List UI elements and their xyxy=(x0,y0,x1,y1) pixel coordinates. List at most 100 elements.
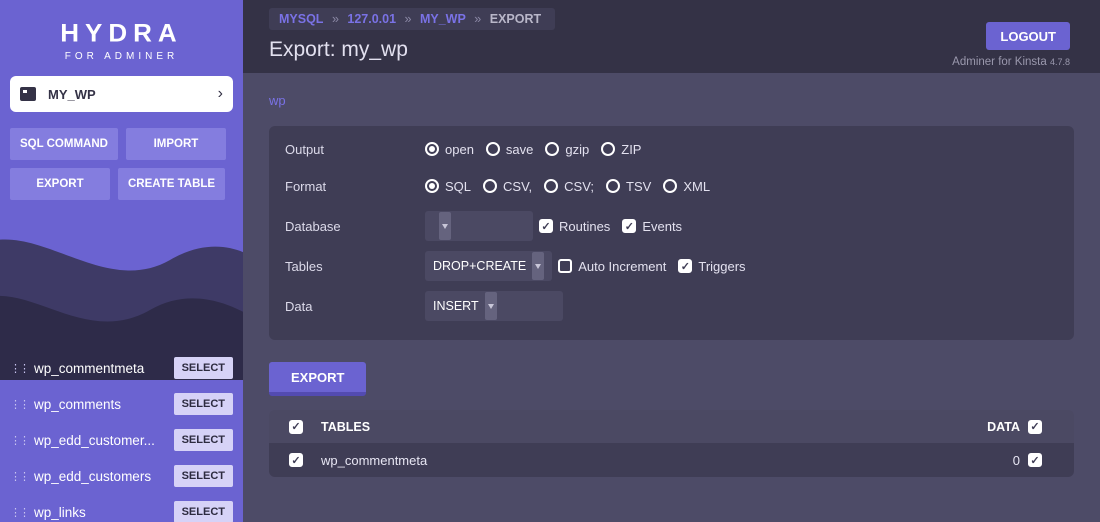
drag-handle-icon: ⋮⋮ xyxy=(10,398,28,411)
radio-format-csv2[interactable]: CSV; xyxy=(544,179,594,194)
topbar: MYSQL » 127.0.01 » MY_WP » EXPORT Export… xyxy=(243,0,1100,73)
radio-format-csv1[interactable]: CSV, xyxy=(483,179,532,194)
radio-label: XML xyxy=(683,179,710,194)
check-routines[interactable]: Routines xyxy=(539,219,610,234)
create-table-button[interactable]: CREATE TABLE xyxy=(118,168,225,200)
sidebar: HYDRA FOR ADMINER MY_WP › SQL COMMAND IM… xyxy=(0,0,243,522)
check-all-data[interactable] xyxy=(1028,420,1048,434)
select-button[interactable]: SELECT xyxy=(174,465,233,487)
radio-output-open[interactable]: open xyxy=(425,142,474,157)
adminer-credit: Adminer for Kinsta 4.7.8 xyxy=(952,56,1070,68)
drag-handle-icon: ⋮⋮ xyxy=(10,470,28,483)
check-events[interactable]: Events xyxy=(622,219,682,234)
brand-logo: HYDRA FOR ADMINER xyxy=(0,0,243,64)
db-selector[interactable]: MY_WP › xyxy=(10,76,233,112)
database-icon xyxy=(20,87,36,101)
db-selector-label: MY_WP xyxy=(48,87,96,102)
check-label: Events xyxy=(642,219,682,234)
radio-icon xyxy=(601,142,615,156)
adminer-version: 4.7.8 xyxy=(1050,57,1070,67)
brand-main: HYDRA xyxy=(0,19,243,48)
grid-head-data: DATA xyxy=(987,420,1020,434)
sql-command-button[interactable]: SQL COMMAND xyxy=(10,128,118,160)
radio-label: ZIP xyxy=(621,142,641,157)
export-button[interactable]: EXPORT xyxy=(10,168,110,200)
label-data: Data xyxy=(285,299,425,314)
data-select[interactable]: INSERT xyxy=(425,291,563,321)
radio-icon xyxy=(425,179,439,193)
output-options: open save gzip ZIP xyxy=(425,142,647,157)
sidebar-table-item[interactable]: ⋮⋮ wp_commentmeta SELECT xyxy=(0,350,243,386)
breadcrumb: MYSQL » 127.0.01 » MY_WP » EXPORT xyxy=(269,8,555,30)
tables-options: DROP+CREATE Auto Increment Triggers xyxy=(425,251,752,281)
radio-icon xyxy=(483,179,497,193)
select-button[interactable]: SELECT xyxy=(174,357,233,379)
breadcrumb-engine[interactable]: MYSQL xyxy=(279,12,323,26)
sidebar-table-item[interactable]: ⋮⋮ wp_edd_customer... SELECT xyxy=(0,422,243,458)
label-format: Format xyxy=(285,179,425,194)
radio-icon xyxy=(425,142,439,156)
drag-handle-icon: ⋮⋮ xyxy=(10,434,28,447)
main: MYSQL » 127.0.01 » MY_WP » EXPORT Export… xyxy=(243,0,1100,522)
breadcrumb-current: EXPORT xyxy=(490,12,541,26)
logout-button[interactable]: LOGOUT xyxy=(986,22,1070,50)
sidebar-table-item[interactable]: ⋮⋮ wp_edd_customers SELECT xyxy=(0,458,243,494)
check-row-data[interactable] xyxy=(1028,453,1048,467)
sidebar-table-item[interactable]: ⋮⋮ wp_comments SELECT xyxy=(0,386,243,422)
select-button[interactable]: SELECT xyxy=(174,393,233,415)
grid-row-data: 0 xyxy=(1013,453,1020,468)
drag-handle-icon: ⋮⋮ xyxy=(10,362,28,375)
breadcrumb-host[interactable]: 127.0.01 xyxy=(347,12,396,26)
table-name: wp_comments xyxy=(34,397,174,412)
radio-icon xyxy=(663,179,677,193)
tables-grid: TABLES DATA wp_commentmeta 0 xyxy=(269,410,1074,477)
wp-link[interactable]: wp xyxy=(269,93,286,108)
radio-format-sql[interactable]: SQL xyxy=(425,179,471,194)
radio-format-tsv[interactable]: TSV xyxy=(606,179,651,194)
radio-label: CSV; xyxy=(564,179,594,194)
check-label: Triggers xyxy=(698,259,745,274)
row-database: Database Routines Events xyxy=(269,206,1074,246)
radio-icon xyxy=(545,142,559,156)
checkbox-icon xyxy=(1028,420,1042,434)
checkbox-icon xyxy=(1028,453,1042,467)
row-output: Output open save gzip ZIP xyxy=(269,126,1074,166)
label-tables: Tables xyxy=(285,259,425,274)
sidebar-actions: SQL COMMAND IMPORT EXPORT CREATE TABLE xyxy=(0,112,243,200)
radio-label: TSV xyxy=(626,179,651,194)
radio-output-gzip[interactable]: gzip xyxy=(545,142,589,157)
checkbox-icon xyxy=(622,219,636,233)
radio-format-xml[interactable]: XML xyxy=(663,179,710,194)
import-button[interactable]: IMPORT xyxy=(126,128,226,160)
label-output: Output xyxy=(285,142,425,157)
select-button[interactable]: SELECT xyxy=(174,501,233,522)
radio-label: save xyxy=(506,142,533,157)
check-triggers[interactable]: Triggers xyxy=(678,259,745,274)
dropdown-icon xyxy=(532,252,544,280)
grid-row-name: wp_commentmeta xyxy=(321,453,427,468)
dropdown-icon xyxy=(439,212,451,240)
adminer-credit-text: Adminer for Kinsta xyxy=(952,56,1050,68)
row-data: Data INSERT xyxy=(269,286,1074,326)
table-name: wp_edd_customers xyxy=(34,469,174,484)
select-value: INSERT xyxy=(433,299,479,313)
content: wp Output open save gzip ZIP Format xyxy=(243,73,1100,522)
breadcrumb-sep: » xyxy=(405,12,412,26)
export-submit-button[interactable]: EXPORT xyxy=(269,362,366,396)
table-name: wp_edd_customer... xyxy=(34,433,174,448)
row-tables: Tables DROP+CREATE Auto Increment Trigge… xyxy=(269,246,1074,286)
breadcrumb-db[interactable]: MY_WP xyxy=(420,12,466,26)
check-row-table[interactable] xyxy=(289,453,309,467)
radio-icon xyxy=(606,179,620,193)
sidebar-table-item[interactable]: ⋮⋮ wp_links SELECT xyxy=(0,494,243,522)
table-name: wp_commentmeta xyxy=(34,361,174,376)
select-button[interactable]: SELECT xyxy=(174,429,233,451)
row-format: Format SQL CSV, CSV; TSV XML xyxy=(269,166,1074,206)
check-all-tables[interactable] xyxy=(289,420,309,434)
radio-output-save[interactable]: save xyxy=(486,142,533,157)
tables-select[interactable]: DROP+CREATE xyxy=(425,251,552,281)
radio-output-zip[interactable]: ZIP xyxy=(601,142,641,157)
database-select[interactable] xyxy=(425,211,533,241)
check-autoincrement[interactable]: Auto Increment xyxy=(558,259,666,274)
brand-sub: FOR ADMINER xyxy=(0,51,243,62)
